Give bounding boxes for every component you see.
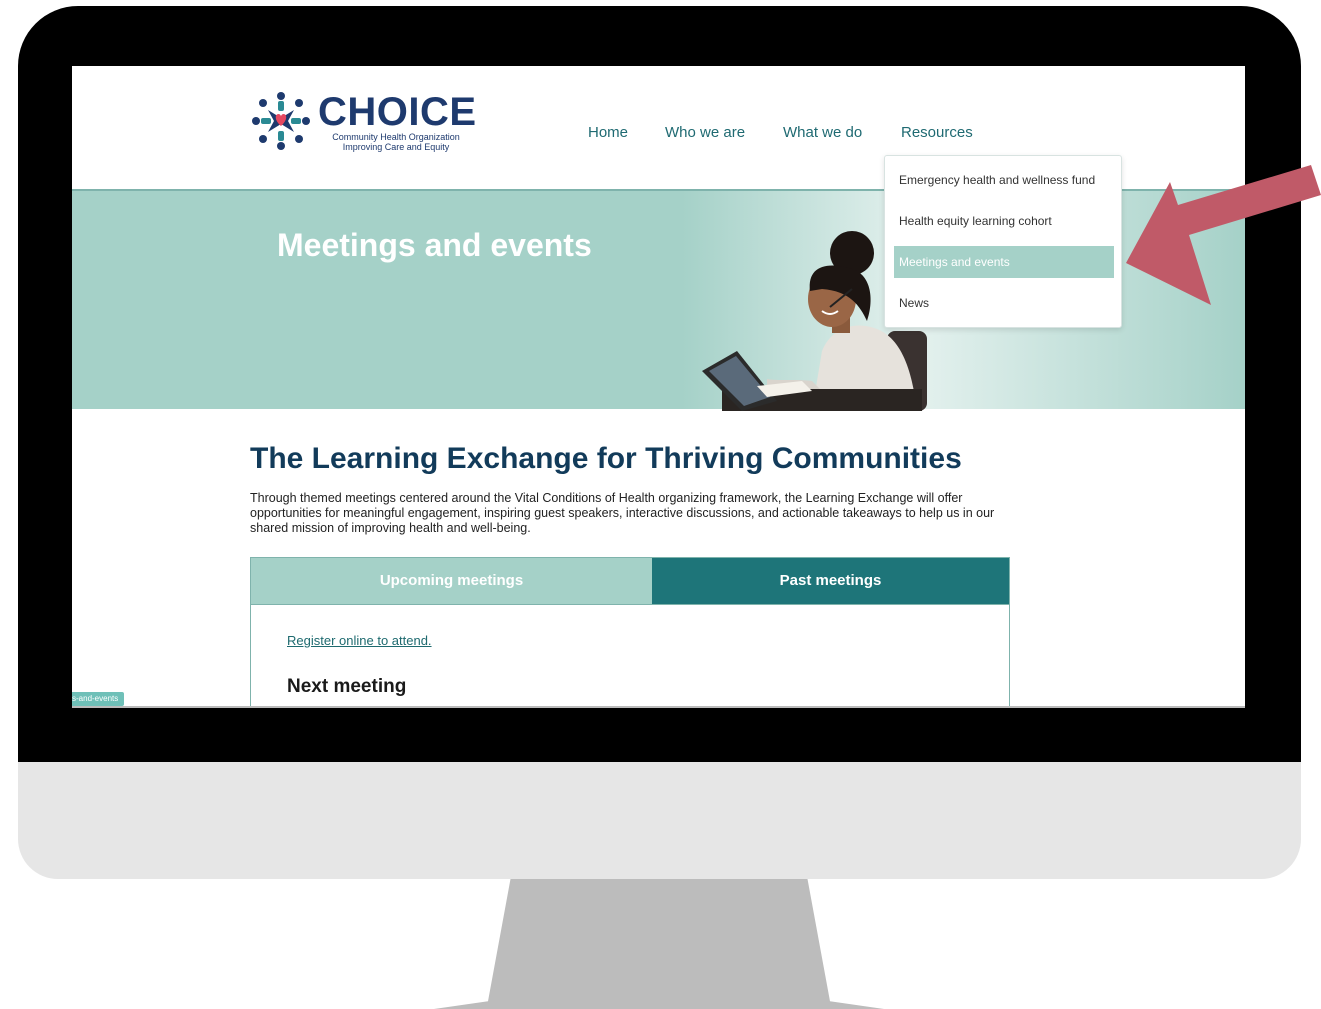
logo-tagline: Community Health Organization Improving … bbox=[316, 132, 476, 152]
page-heading: The Learning Exchange for Thriving Commu… bbox=[250, 442, 962, 475]
monitor-stand bbox=[434, 879, 884, 1009]
nav-home[interactable]: Home bbox=[588, 124, 628, 141]
dropdown-item-health-equity-cohort[interactable]: Health equity learning cohort bbox=[894, 205, 1114, 237]
next-meeting-heading: Next meeting bbox=[287, 676, 407, 697]
tab-past-meetings[interactable]: Past meetings bbox=[652, 558, 1009, 604]
hero-title: Meetings and events bbox=[277, 227, 592, 263]
tab-upcoming-meetings[interactable]: Upcoming meetings bbox=[251, 558, 652, 604]
nav-who-we-are[interactable]: Who we are bbox=[665, 124, 745, 141]
browser-screen: CHOICE Community Health Organization Imp… bbox=[72, 66, 1245, 708]
intro-paragraph: Through themed meetings centered around … bbox=[250, 491, 995, 535]
logo-name: CHOICE bbox=[318, 90, 477, 134]
meetings-tabs: Upcoming meetings Past meetings bbox=[250, 557, 1010, 605]
logo-tagline-line2: Improving Care and Equity bbox=[342, 142, 450, 152]
monitor-chin bbox=[18, 762, 1301, 879]
tab-content-panel: Register online to attend. Next meeting bbox=[250, 605, 1010, 708]
dropdown-item-meetings-and-events[interactable]: Meetings and events bbox=[894, 246, 1114, 278]
choice-logo[interactable]: CHOICE Community Health Organization Imp… bbox=[248, 88, 478, 158]
logo-tagline-line1: Community Health Organization bbox=[332, 132, 460, 142]
resources-dropdown: Emergency health and wellness fund Healt… bbox=[884, 155, 1122, 328]
url-hover-tag: s-and-events bbox=[72, 692, 125, 706]
nav-resources[interactable]: Resources bbox=[901, 124, 973, 141]
screen-bottom-edge bbox=[72, 706, 1245, 708]
logo-mark-icon bbox=[252, 92, 310, 150]
register-link[interactable]: Register online to attend. bbox=[287, 633, 432, 648]
dropdown-item-emergency-fund[interactable]: Emergency health and wellness fund bbox=[894, 164, 1114, 196]
nav-what-we-do[interactable]: What we do bbox=[783, 124, 862, 141]
dropdown-item-news[interactable]: News bbox=[894, 287, 1114, 319]
pointer-arrow-icon bbox=[1126, 165, 1321, 305]
